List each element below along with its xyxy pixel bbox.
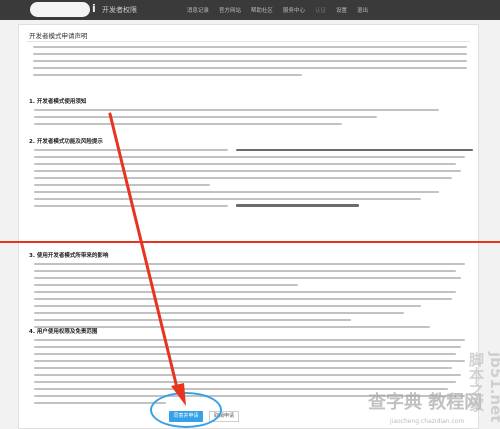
watermark-sub: jiaocheng.chazidian.com (390, 418, 465, 425)
nav-service[interactable]: 服务中心 (283, 6, 305, 14)
nav-messages[interactable]: 消息记录 (187, 6, 209, 14)
top-bar: i 开发者权限 消息记录 官方网站 帮助社区 服务中心 认证 设置 退出 (0, 0, 500, 20)
nav-logout[interactable]: 退出 (357, 6, 368, 14)
blurred-logo (30, 2, 90, 17)
section-title: 2. 开发者模式功能及风险提示 (29, 139, 103, 145)
intro-paragraph (33, 46, 467, 81)
annotation-circle (150, 392, 222, 428)
agreement-panel: 开发者模式申请声明 1. 开发者模式使用须知 2. 开发者模式功能及风险提示 3… (18, 24, 479, 429)
panel-title: 开发者模式申请声明 (29, 32, 88, 40)
divider (27, 41, 470, 42)
section-impact: 3. 使用开发者模式所带来的影响 (29, 251, 469, 333)
section-title: 4. 用户使用权限及免责范围 (29, 329, 98, 335)
section-usage: 1. 开发者模式使用须知 (29, 97, 469, 130)
logo-mark: i (92, 2, 96, 15)
section-title: 1. 开发者模式使用须知 (29, 99, 87, 105)
annotation-line (0, 241, 500, 243)
nav-settings[interactable]: 设置 (336, 6, 347, 14)
top-nav: 消息记录 官方网站 帮助社区 服务中心 认证 设置 退出 (187, 6, 368, 14)
app-title: 开发者权限 (102, 6, 137, 14)
section-title: 3. 使用开发者模式所带来的影响 (29, 253, 109, 259)
watermark-side: jb51.net 脚本之家 (467, 352, 500, 423)
nav-verify[interactable]: 认证 (315, 6, 326, 14)
nav-community[interactable]: 帮助社区 (251, 6, 273, 14)
nav-official-site[interactable]: 官方网站 (219, 6, 241, 14)
section-risk: 2. 开发者模式功能及风险提示 (29, 137, 474, 212)
